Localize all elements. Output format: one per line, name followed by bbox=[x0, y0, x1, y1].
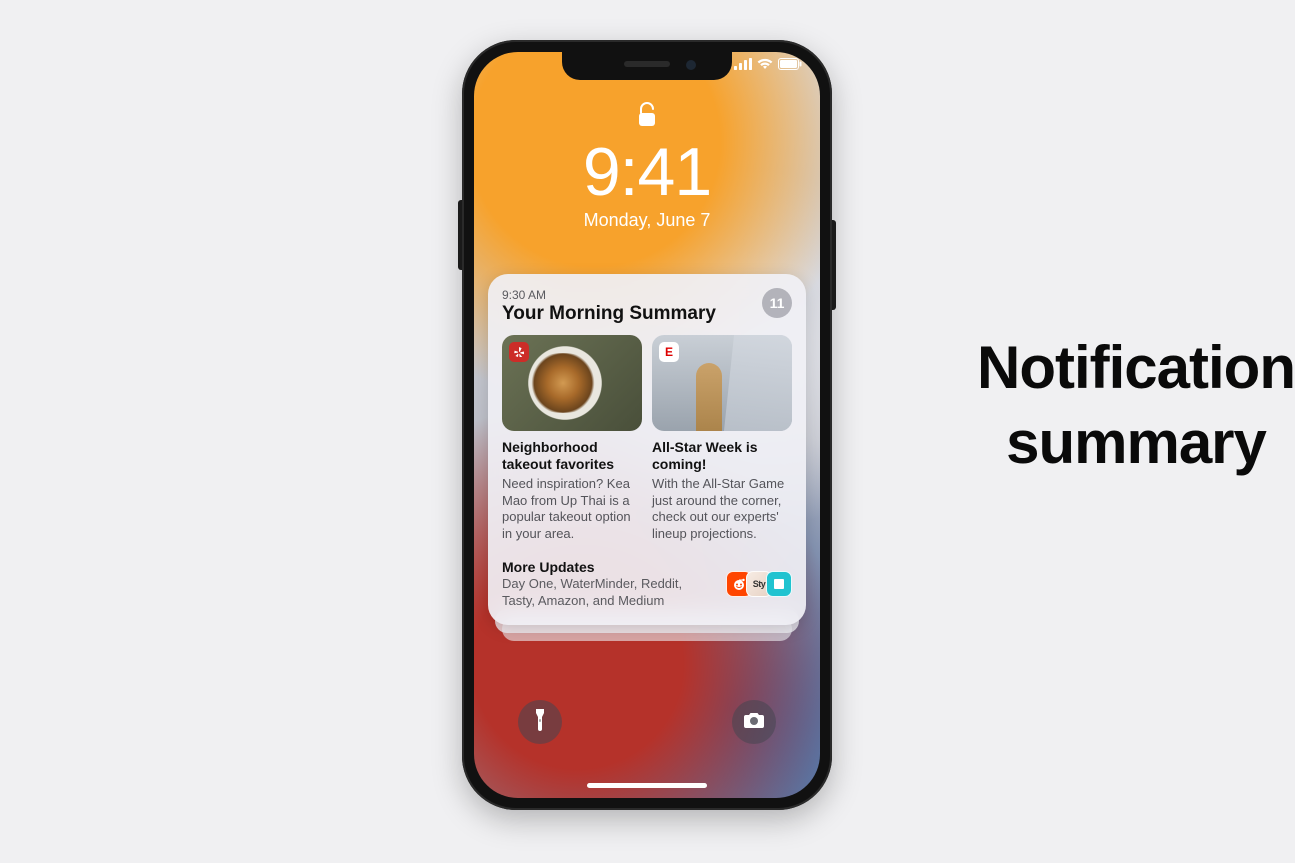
summary-item[interactable]: E All-Star Week is coming! With the All-… bbox=[652, 335, 792, 543]
caption-line-1: Notification bbox=[977, 334, 1295, 401]
wifi-icon bbox=[757, 58, 773, 70]
feature-caption: Notification summary bbox=[977, 330, 1295, 480]
lockscreen-header: 9:41 Monday, June 7 bbox=[474, 102, 820, 231]
app-badge-espn-icon: E bbox=[659, 342, 679, 362]
more-updates-app-icons: Sty bbox=[726, 571, 792, 597]
flashlight-icon bbox=[533, 709, 547, 736]
more-updates-apps: Day One, WaterMinder, Reddit, Tasty, Ama… bbox=[502, 576, 716, 610]
summary-item-body: Need inspiration? Kea Mao from Up Thai i… bbox=[502, 476, 642, 543]
summary-title: Your Morning Summary bbox=[502, 303, 792, 325]
signal-icon bbox=[734, 58, 752, 70]
summary-item-thumbnail: E bbox=[652, 335, 792, 431]
camera-icon bbox=[743, 711, 765, 734]
summary-items: Neighborhood takeout favorites Need insp… bbox=[502, 335, 792, 543]
iphone-screen: 9:41 Monday, June 7 9:30 AM Your Morning… bbox=[474, 52, 820, 798]
flashlight-button[interactable] bbox=[518, 700, 562, 744]
notification-summary-stack[interactable]: 9:30 AM Your Morning Summary 11 Neighbor… bbox=[488, 274, 806, 625]
lock-icon bbox=[637, 102, 657, 133]
summary-timestamp: 9:30 AM bbox=[502, 288, 792, 302]
summary-header: 9:30 AM Your Morning Summary 11 bbox=[502, 288, 792, 325]
iphone-device-frame: 9:41 Monday, June 7 9:30 AM Your Morning… bbox=[462, 40, 832, 810]
lockscreen-time: 9:41 bbox=[474, 137, 820, 208]
device-notch bbox=[562, 52, 732, 80]
notification-summary-card[interactable]: 9:30 AM Your Morning Summary 11 Neighbor… bbox=[488, 274, 806, 625]
status-bar bbox=[734, 58, 802, 70]
summary-item[interactable]: Neighborhood takeout favorites Need insp… bbox=[502, 335, 642, 543]
summary-item-title: All-Star Week is coming! bbox=[652, 439, 792, 473]
summary-item-thumbnail bbox=[502, 335, 642, 431]
more-updates-label: More Updates bbox=[502, 559, 716, 575]
summary-item-title: Neighborhood takeout favorites bbox=[502, 439, 642, 473]
camera-button[interactable] bbox=[732, 700, 776, 744]
summary-item-body: With the All-Star Game just around the c… bbox=[652, 476, 792, 543]
lockscreen-date: Monday, June 7 bbox=[474, 210, 820, 231]
summary-more-updates[interactable]: More Updates Day One, WaterMinder, Reddi… bbox=[502, 559, 792, 610]
medium-icon bbox=[766, 571, 792, 597]
caption-line-2: summary bbox=[1006, 409, 1266, 476]
home-indicator[interactable] bbox=[587, 783, 707, 788]
app-badge-yelp-icon bbox=[509, 342, 529, 362]
battery-icon bbox=[778, 58, 802, 70]
lockscreen-quick-actions bbox=[474, 700, 820, 744]
summary-count-badge: 11 bbox=[762, 288, 792, 318]
